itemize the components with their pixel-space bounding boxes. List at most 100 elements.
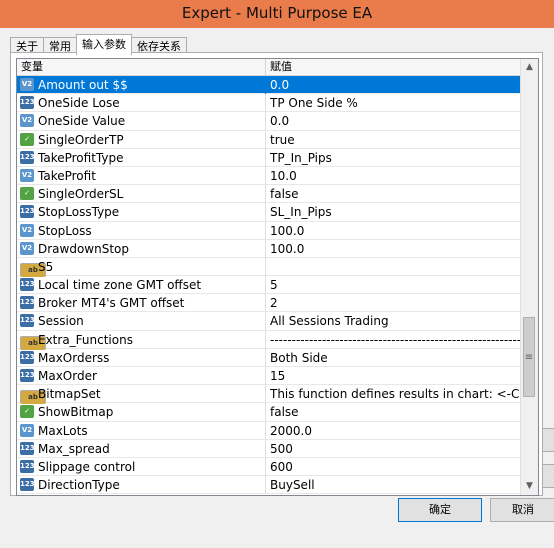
parameter-name: TakeProfit bbox=[38, 168, 96, 183]
parameter-row[interactable]: ab Extra_Functions -----------------------… bbox=[17, 330, 520, 350]
parameter-name: TakeProfitType bbox=[38, 150, 124, 165]
parameter-value[interactable]: BuySell bbox=[270, 476, 520, 494]
parameter-value[interactable]: 5 bbox=[270, 276, 520, 294]
int-type-icon: 123 bbox=[20, 369, 35, 382]
cell-divider bbox=[265, 112, 266, 131]
parameter-row[interactable]: ✓ ShowBitmap false bbox=[17, 403, 520, 422]
parameter-row[interactable]: ✓ SingleOrderSL false bbox=[17, 185, 520, 204]
parameter-row[interactable]: 123 Local time zone GMT offset 5 bbox=[17, 276, 520, 295]
parameter-value[interactable]: 600 bbox=[270, 458, 520, 476]
parameter-value[interactable]: 100.0 bbox=[270, 240, 520, 258]
parameter-name: Session bbox=[38, 314, 84, 329]
scroll-up-icon[interactable]: ▲ bbox=[521, 59, 538, 76]
parameter-value[interactable]: false bbox=[270, 185, 520, 203]
parameter-row[interactable]: V2 OneSide Value 0.0 bbox=[17, 112, 520, 131]
parameter-row[interactable]: 123 MaxOrderss Both Side bbox=[17, 348, 520, 367]
parameter-row[interactable]: 123 Slippage control 600 bbox=[17, 457, 520, 477]
parameter-row[interactable]: ✓ SingleOrderTP true bbox=[17, 130, 520, 149]
cancel-button[interactable]: 取消 bbox=[490, 498, 554, 522]
parameter-name: OneSide Lose bbox=[38, 96, 120, 111]
cell-divider bbox=[265, 257, 266, 276]
cell-divider bbox=[265, 239, 266, 258]
grid-header: 变量 赋值 bbox=[17, 59, 520, 76]
parameter-value[interactable]: TP_In_Pips bbox=[270, 149, 520, 167]
parameter-value[interactable]: 100.0 bbox=[270, 222, 520, 240]
parameter-row[interactable]: 123 DirectionType BuySell bbox=[17, 476, 520, 495]
scroll-down-icon[interactable]: ▼ bbox=[521, 478, 538, 495]
ok-button[interactable]: 确定 bbox=[398, 498, 482, 522]
parameter-row[interactable]: ab S5 bbox=[17, 257, 520, 277]
parameter-value[interactable]: Both Side bbox=[270, 349, 520, 367]
parameter-name: ShowBitmap bbox=[38, 405, 114, 420]
parameter-value[interactable]: All Sessions Trading bbox=[270, 312, 520, 330]
parameter-value[interactable]: true bbox=[270, 131, 520, 149]
parameter-name: Slippage control bbox=[38, 459, 136, 474]
window-title: Expert - Multi Purpose EA bbox=[181, 4, 373, 22]
parameter-row[interactable]: V2 DrawdownStop 100.0 bbox=[17, 239, 520, 258]
v2-type-icon: V2 bbox=[20, 223, 34, 237]
v2-type-icon: V2 bbox=[20, 423, 34, 437]
title-bar[interactable]: Expert - Multi Purpose EA bbox=[0, 0, 554, 29]
parameter-name: MaxOrderss bbox=[38, 350, 110, 365]
v2-type-icon: V2 bbox=[20, 78, 34, 91]
parameter-value[interactable]: This function defines results in chart: … bbox=[270, 385, 520, 403]
cell-divider bbox=[265, 403, 266, 422]
parameter-row[interactable]: ab BitmapSet This function defines results… bbox=[17, 385, 520, 405]
cell-divider bbox=[265, 476, 266, 495]
parameter-row[interactable]: V2 StopLoss 100.0 bbox=[17, 221, 520, 240]
parameter-name: Local time zone GMT offset bbox=[38, 278, 202, 293]
parameter-value[interactable]: 10.0 bbox=[270, 167, 520, 185]
parameter-value[interactable]: 0.0 bbox=[270, 112, 520, 130]
parameter-row[interactable]: V2 Amount out $$ 0.0 bbox=[17, 76, 520, 95]
parameter-name: S5 bbox=[38, 259, 54, 274]
parameter-value[interactable]: ----------------------------------------… bbox=[270, 331, 520, 349]
side-button-lower[interactable] bbox=[542, 464, 554, 488]
column-header-value[interactable]: 赋值 bbox=[270, 59, 292, 75]
cell-divider bbox=[265, 130, 266, 149]
parameter-row[interactable]: 123 TakeProfitType TP_In_Pips bbox=[17, 148, 520, 167]
int-type-icon: 123 bbox=[20, 296, 35, 310]
parameter-row[interactable]: 123 Broker MT4's GMT offset 2 bbox=[17, 294, 520, 313]
column-divider[interactable] bbox=[265, 59, 266, 75]
parameter-row[interactable]: 123 Session All Sessions Trading bbox=[17, 312, 520, 331]
parameter-value[interactable]: 0.0 bbox=[270, 76, 520, 94]
bool-type-icon: ✓ bbox=[20, 132, 34, 146]
cell-divider bbox=[265, 385, 266, 404]
scroll-thumb[interactable]: ≡ bbox=[523, 317, 535, 397]
parameter-name: Amount out $$ bbox=[38, 78, 128, 92]
cell-divider bbox=[265, 421, 266, 440]
parameter-name: DirectionType bbox=[38, 478, 120, 493]
parameter-row[interactable]: 123 StopLossType SL_In_Pips bbox=[17, 203, 520, 222]
parameter-value[interactable]: SL_In_Pips bbox=[270, 203, 520, 221]
parameter-name: Broker MT4's GMT offset bbox=[38, 296, 185, 311]
parameter-row[interactable]: V2 MaxLots 2000.0 bbox=[17, 421, 520, 440]
vertical-scrollbar[interactable]: ▲ ≡ ▼ bbox=[520, 59, 538, 495]
parameter-row[interactable]: 123 Max_spread 500 bbox=[17, 439, 520, 458]
cell-divider bbox=[265, 367, 266, 385]
parameter-value[interactable]: 500 bbox=[270, 440, 520, 458]
int-type-icon: 123 bbox=[20, 459, 35, 473]
parameter-name: StopLoss bbox=[38, 223, 92, 238]
parameter-value[interactable]: 2 bbox=[270, 294, 520, 312]
parameter-value[interactable]: 2000.0 bbox=[270, 422, 520, 440]
int-type-icon: 123 bbox=[20, 441, 35, 455]
parameter-value[interactable]: TP One Side % bbox=[270, 94, 520, 112]
cell-divider bbox=[265, 312, 266, 331]
parameter-value[interactable]: 15 bbox=[270, 367, 520, 385]
parameter-row[interactable]: 123 OneSide Lose TP One Side % bbox=[17, 94, 520, 113]
parameter-name: MaxOrder bbox=[38, 369, 97, 383]
parameter-value[interactable]: false bbox=[270, 403, 520, 421]
int-type-icon: 123 bbox=[20, 96, 35, 110]
cell-divider bbox=[265, 185, 266, 204]
parameter-name: OneSide Value bbox=[38, 114, 126, 129]
parameter-row[interactable]: V2 TakeProfit 10.0 bbox=[17, 166, 520, 186]
parameter-name: SingleOrderTP bbox=[38, 132, 124, 147]
parameter-name: Max_spread bbox=[38, 441, 110, 456]
parameter-row[interactable]: 123 MaxOrder 15 bbox=[17, 367, 520, 386]
tab-inputs[interactable]: 输入参数 bbox=[76, 34, 132, 55]
side-button-upper[interactable] bbox=[542, 428, 554, 452]
column-header-variable[interactable]: 变量 bbox=[21, 59, 43, 75]
cell-divider bbox=[265, 439, 266, 458]
cell-divider bbox=[265, 203, 266, 222]
cell-divider bbox=[265, 166, 266, 185]
